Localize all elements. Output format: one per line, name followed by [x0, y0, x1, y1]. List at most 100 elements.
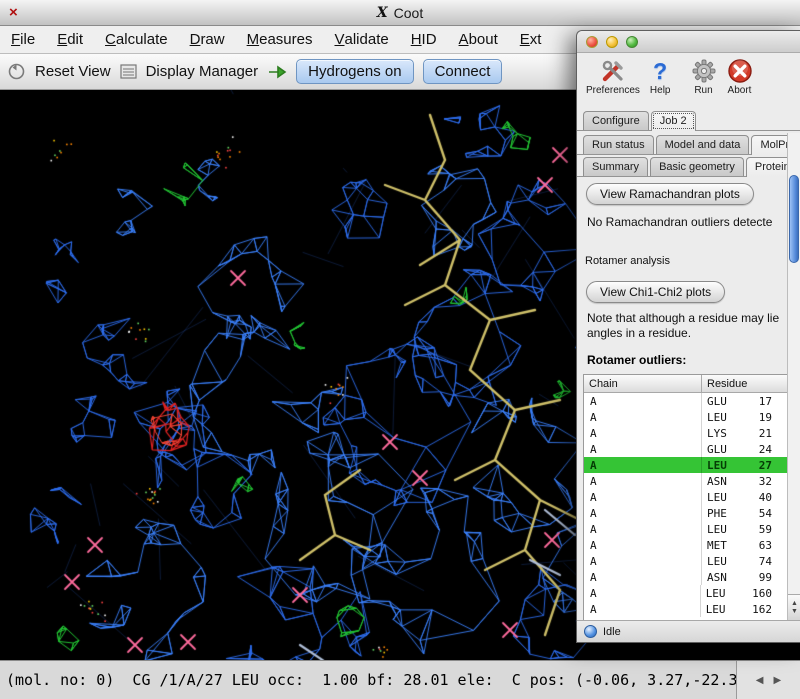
table-row[interactable]: AASN32: [584, 473, 800, 489]
cell-c-res: ASN: [702, 571, 754, 584]
cell-c-res: LEU: [702, 491, 754, 504]
help-button[interactable]: ? Help: [645, 56, 676, 97]
scrollbar-arrows[interactable]: ▲ ▼: [788, 594, 800, 620]
column-header-chain[interactable]: Chain: [584, 375, 702, 392]
menu-validate[interactable]: Validate: [323, 26, 399, 53]
cell-c-res: MET: [702, 539, 754, 552]
cell-c-chain: A: [584, 601, 701, 617]
rotamer-table-body: AGLU17ALEU19ALYS21AGLU24ALEU27AASN32ALEU…: [584, 393, 800, 620]
table-row[interactable]: AGLU24: [584, 441, 800, 457]
scroll-down-icon[interactable]: ▼: [791, 608, 798, 616]
table-row[interactable]: ALEU27: [584, 457, 800, 473]
cell-c-chain: A: [584, 457, 702, 473]
table-row[interactable]: ALEU74: [584, 553, 800, 569]
cell-c-res: LEU: [701, 603, 752, 616]
table-row[interactable]: ALYS21: [584, 425, 800, 441]
menu-mnemonic: C: [105, 31, 116, 48]
help-icon: ?: [653, 57, 667, 85]
display-manager-icon: [120, 64, 137, 79]
cell-c-chain: A: [584, 409, 702, 425]
tab-configure[interactable]: Configure: [583, 111, 649, 130]
cell-c-chain: A: [584, 425, 702, 441]
table-row[interactable]: AMET63: [584, 537, 800, 553]
molprobity-dialog: Preferences ? Help: [576, 30, 800, 643]
atom-status-text: (mol. no: 0) CG /1/A/27 LEU occ: 1.00 bf…: [6, 671, 756, 689]
menu-measures[interactable]: Measures: [236, 26, 324, 53]
cell-c-res: LYS: [702, 427, 754, 440]
tab-summary[interactable]: Summary: [583, 157, 648, 176]
cell-c-chain: A: [584, 585, 701, 601]
help-label: Help: [650, 85, 671, 96]
ramachandran-message: No Ramachandran outliers detecte: [587, 215, 800, 229]
tab-model-and-data[interactable]: Model and data: [656, 135, 750, 154]
view-chi1-chi2-plots-button[interactable]: View Chi1-Chi2 plots: [586, 281, 725, 303]
cell-c-res: ASN: [702, 475, 754, 488]
rotamer-note-line-1: Note that although a residue may lie: [587, 311, 800, 326]
menu-mnemonic: F: [11, 31, 20, 48]
menu-edit[interactable]: Edit: [46, 26, 94, 53]
dialog-scrollbar[interactable]: ▲ ▼: [787, 133, 800, 620]
table-row[interactable]: ALEU19: [584, 409, 800, 425]
menu-calculate[interactable]: Calculate: [94, 26, 179, 53]
tab-job-2[interactable]: Job 2: [651, 111, 696, 131]
reset-view-button[interactable]: Reset View: [35, 63, 111, 80]
job-tab-row: Configure Job 2: [577, 105, 800, 131]
hydrogens-on-button[interactable]: Hydrogens on: [296, 59, 413, 84]
scrollbar-thumb[interactable]: [789, 175, 799, 263]
menu-mnemonic: E: [520, 31, 530, 48]
run-label: Run: [694, 85, 712, 96]
abort-label: Abort: [728, 85, 752, 96]
tab-basic-geometry[interactable]: Basic geometry: [650, 157, 744, 176]
main-status-bar: (mol. no: 0) CG /1/A/27 LEU occ: 1.00 bf…: [0, 660, 800, 699]
x11-icon: X: [377, 5, 388, 21]
rotamer-analysis-label: Rotamer analysis: [585, 255, 800, 267]
cell-c-res: LEU: [702, 459, 754, 472]
menu-mnemonic: E: [57, 31, 67, 48]
cell-c-chain: A: [584, 569, 702, 585]
close-traffic-light[interactable]: [586, 36, 598, 48]
column-header-residue[interactable]: Residue: [702, 378, 800, 390]
table-row[interactable]: APHE54: [584, 505, 800, 521]
green-arrow-icon[interactable]: [267, 65, 287, 79]
zoom-traffic-light[interactable]: [626, 36, 638, 48]
cell-c-chain: A: [584, 393, 702, 409]
table-row[interactable]: ALEU40: [584, 489, 800, 505]
table-row[interactable]: AGLU17: [584, 393, 800, 409]
table-row[interactable]: AASN99: [584, 569, 800, 585]
cell-c-chain: A: [584, 441, 702, 457]
rotamer-note: Note that although a residue may lie ang…: [587, 311, 800, 341]
menu-mnemonic: H: [411, 31, 422, 48]
dialog-status-bar: Idle: [577, 620, 800, 642]
category-tab-row: Summary Basic geometry Protein C: [577, 155, 800, 177]
minimize-traffic-light[interactable]: [606, 36, 618, 48]
abort-button[interactable]: Abort: [722, 56, 758, 97]
results-tab-row: Run status Model and data MolProbit: [577, 131, 800, 155]
menu-hid[interactable]: HID: [400, 26, 448, 53]
table-row[interactable]: ALEU162: [584, 601, 800, 617]
window-title-text: Coot: [394, 5, 424, 21]
close-icon[interactable]: ×: [9, 4, 18, 21]
scroll-right-icon[interactable]: ▶: [774, 675, 782, 686]
display-manager-button[interactable]: Display Manager: [146, 63, 259, 80]
main-titlebar: × X Coot: [0, 0, 800, 26]
tab-run-status[interactable]: Run status: [583, 135, 654, 154]
cell-c-res: PHE: [702, 507, 754, 520]
scroll-up-icon[interactable]: ▲: [791, 600, 798, 608]
preferences-button[interactable]: Preferences: [581, 56, 645, 97]
scroll-left-icon[interactable]: ◀: [756, 675, 764, 686]
reset-view-icon-button[interactable]: [7, 62, 26, 81]
preferences-label: Preferences: [586, 85, 640, 96]
cell-c-res: LEU: [702, 411, 754, 424]
connect-button[interactable]: Connect: [423, 59, 503, 84]
table-row[interactable]: ALEU59: [584, 521, 800, 537]
menu-ext[interactable]: Ext: [509, 26, 553, 53]
menu-about[interactable]: About: [448, 26, 509, 53]
menu-draw[interactable]: Draw: [179, 26, 236, 53]
table-row[interactable]: ALEU160: [584, 585, 800, 601]
view-ramachandran-plots-button[interactable]: View Ramachandran plots: [586, 183, 754, 205]
rotamer-outliers-table: Chain Residue AGLU17ALEU19ALYS21AGLU24AL…: [583, 374, 800, 620]
menu-file[interactable]: File: [0, 26, 46, 53]
status-sphere-icon: [584, 625, 597, 638]
menu-mnemonic: D: [190, 31, 201, 48]
run-button[interactable]: Run: [686, 56, 722, 97]
